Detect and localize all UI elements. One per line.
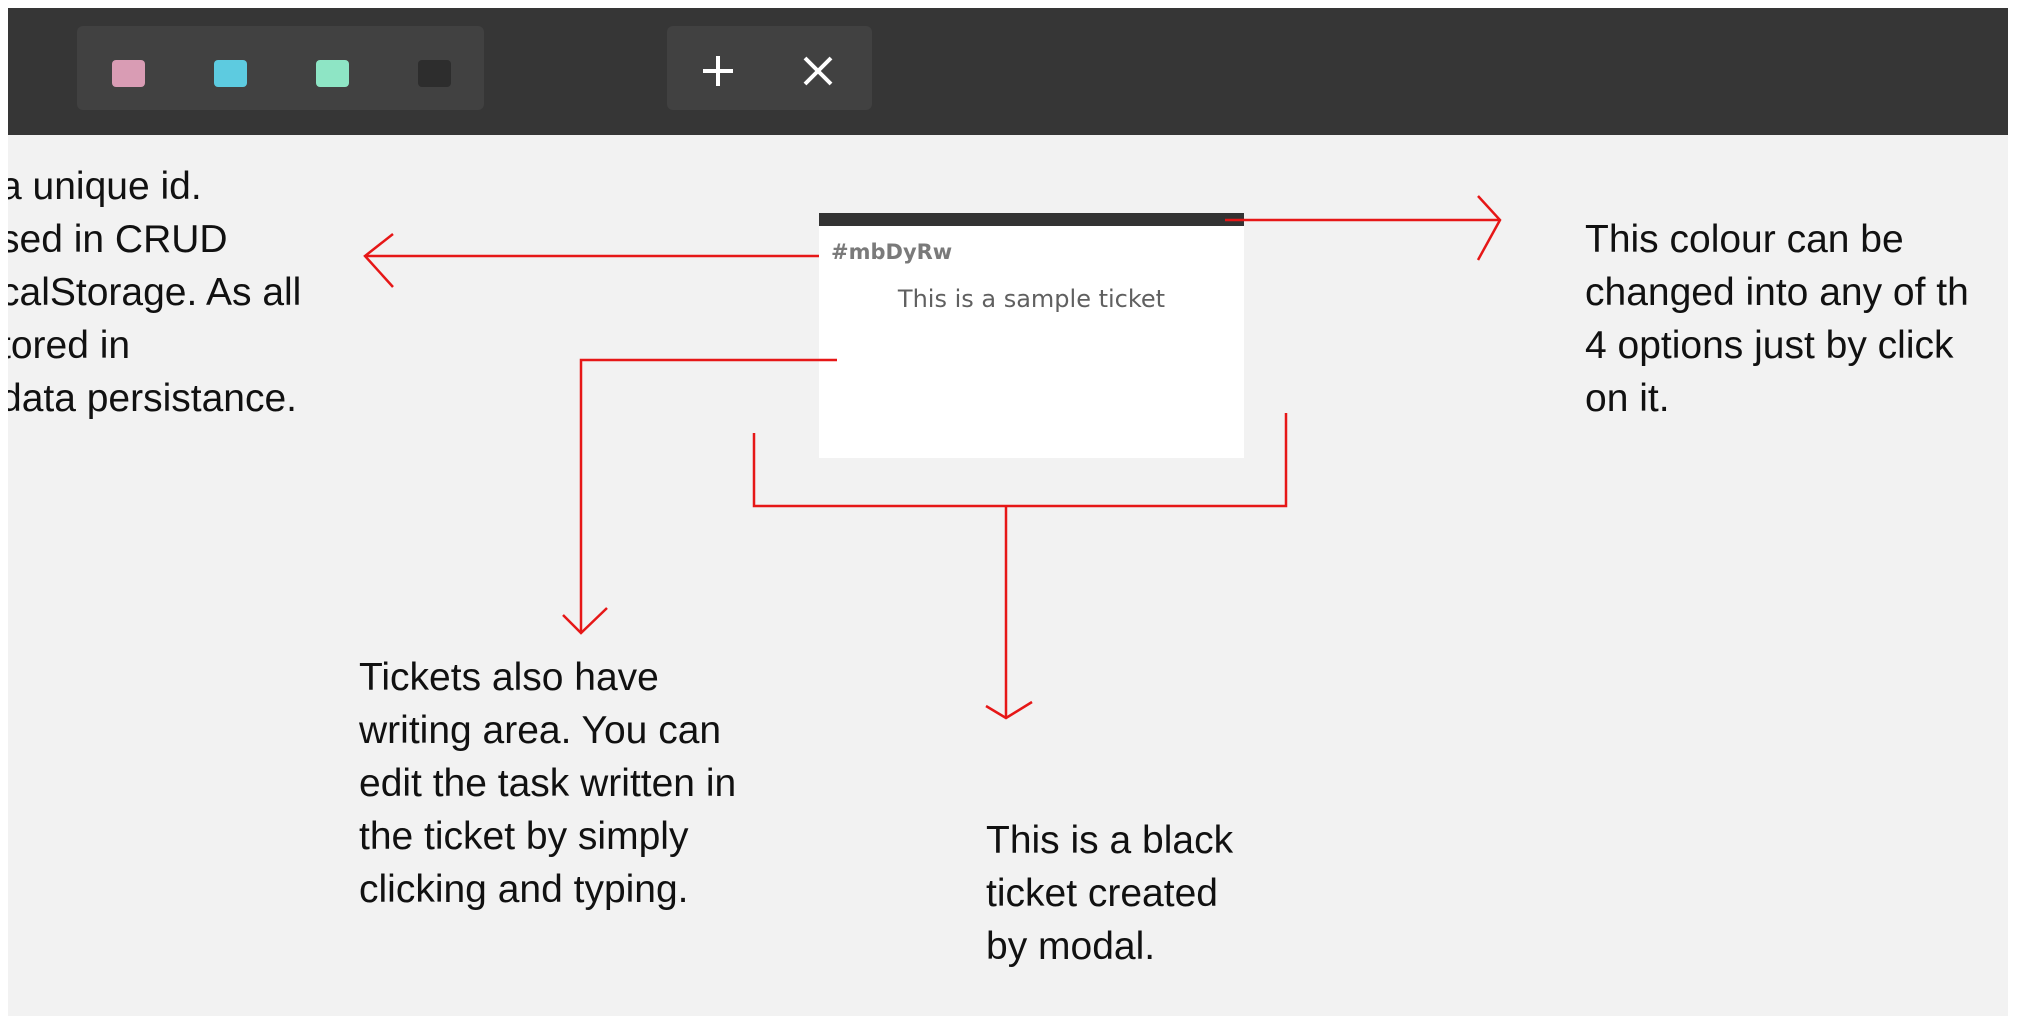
writing-arrow-line	[579, 358, 837, 633]
color-note: This colour can be changed into any of t…	[1585, 213, 1969, 425]
black-note-line: ticket created	[986, 872, 1218, 915]
black-arrow-head	[985, 700, 1033, 720]
color-note-line: This colour can be	[1585, 218, 1904, 261]
writing-note: Tickets also have writing area. You can …	[359, 651, 736, 916]
black-ticket-note: This is a black ticket created by modal.	[986, 814, 1233, 973]
color-note-line: 4 options just by click	[1585, 324, 1954, 367]
writing-note-line: writing area. You can	[359, 709, 722, 752]
black-note-line: by modal.	[986, 925, 1156, 968]
writing-arrow-head	[562, 607, 608, 635]
id-note-line: data persistance.	[8, 377, 298, 420]
color-note-line: changed into any of th	[1585, 271, 1969, 314]
id-note-line: calStorage. As all	[8, 271, 302, 314]
id-note-line: tored in	[8, 324, 131, 367]
id-arrow-head	[363, 233, 394, 288]
id-note-line: a unique id.	[8, 165, 202, 208]
black-note-line: This is a black	[986, 819, 1234, 862]
color-note-line: on it.	[1585, 377, 1670, 420]
writing-note-line: the ticket by simply	[359, 815, 689, 858]
bracket-line	[752, 413, 1288, 508]
writing-note-line: edit the task written in	[359, 762, 737, 805]
id-note: a unique id. sed in CRUD calStorage. As …	[8, 160, 301, 425]
writing-note-line: Tickets also have	[359, 656, 659, 699]
ticket-app: #mbDyRw This is a sample ticket a unique…	[8, 8, 2008, 1016]
writing-note-line: clicking and typing.	[359, 868, 689, 911]
color-arrow-head	[1476, 195, 1502, 261]
id-note-line: sed in CRUD	[8, 218, 228, 261]
